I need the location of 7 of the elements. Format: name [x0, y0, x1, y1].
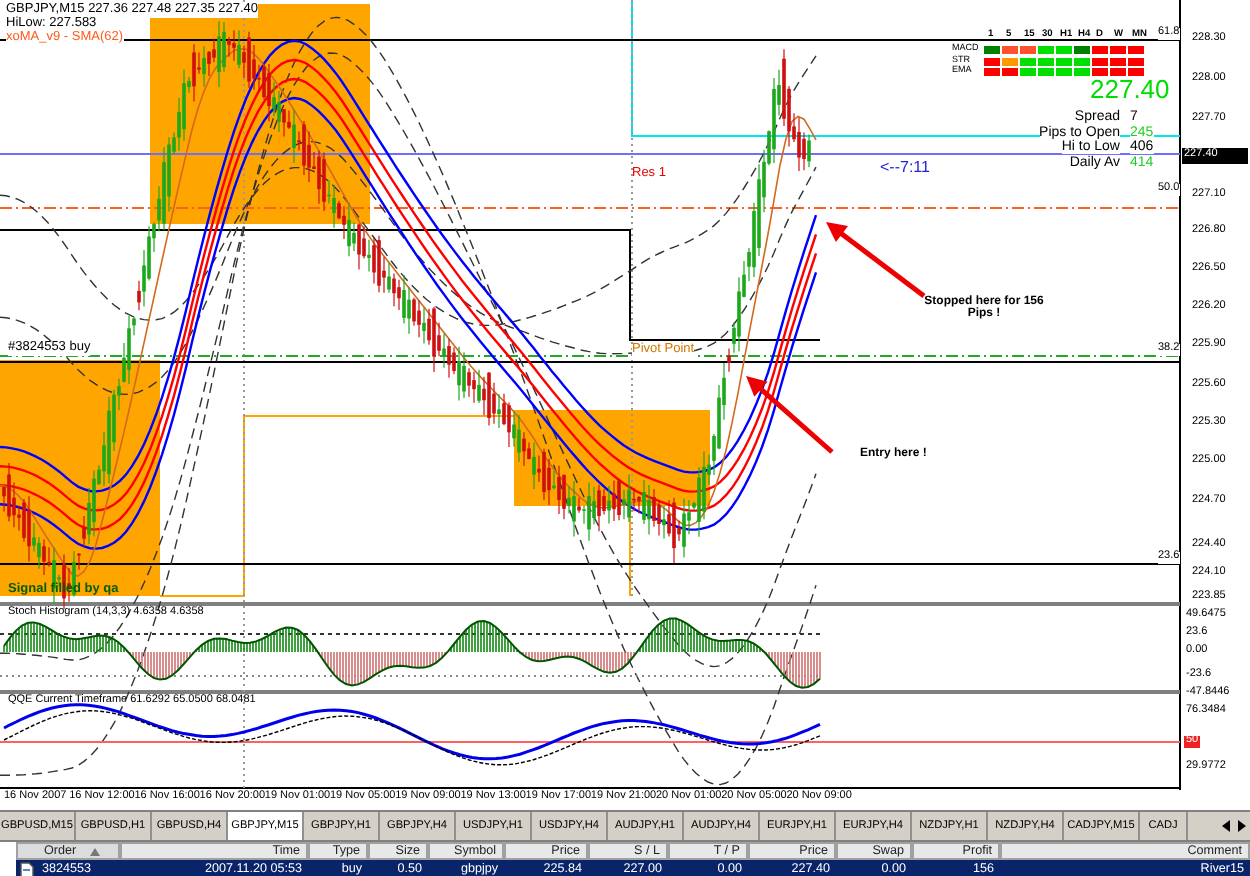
price-display: 227.40 — [1090, 76, 1170, 102]
timer-label: <--7:11 — [880, 160, 930, 176]
order-icon — [20, 862, 34, 876]
scroll-left-icon[interactable] — [1222, 820, 1230, 832]
scroll-right-icon[interactable] — [1238, 820, 1246, 832]
arrow — [826, 222, 926, 298]
arrow — [746, 376, 834, 454]
